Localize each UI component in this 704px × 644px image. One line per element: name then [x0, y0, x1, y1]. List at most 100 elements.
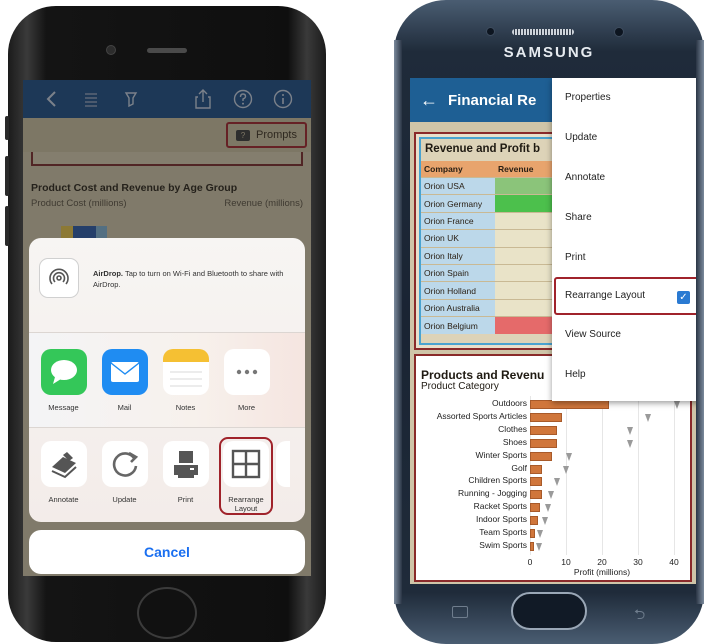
back-key-icon[interactable]: ⮌: [634, 604, 645, 628]
volume-up-button: [5, 156, 9, 196]
revenue-marker[interactable]: [535, 542, 542, 551]
x-tick-label: 30: [633, 556, 643, 567]
revenue-marker[interactable]: [562, 465, 569, 474]
left-edge: [394, 40, 402, 604]
category-label: Golf: [511, 462, 527, 473]
revenue-marker[interactable]: [674, 401, 681, 409]
profit-bar[interactable]: [530, 490, 542, 500]
category-label: Indoor Sports: [475, 514, 527, 525]
menu-item-update[interactable]: Update: [552, 118, 696, 158]
profit-bar[interactable]: [530, 541, 534, 551]
revenue-marker[interactable]: [627, 439, 634, 448]
share-app-more[interactable]: More: [216, 349, 277, 427]
notes-icon: [162, 349, 209, 395]
revenue-marker[interactable]: [544, 504, 551, 513]
menu-item-share[interactable]: Share: [552, 197, 696, 237]
profit-bar[interactable]: [530, 477, 542, 487]
share-app-notes[interactable]: Notes: [155, 349, 216, 427]
action-partial[interactable]: [276, 441, 290, 522]
airdrop-description: AirDrop. Tap to turn on Wi-Fi and Blueto…: [93, 269, 284, 289]
recent-apps-key[interactable]: [452, 606, 468, 618]
airdrop-icon: [39, 258, 79, 298]
category-label: Racket Sports: [473, 501, 527, 512]
gridline: [602, 396, 603, 555]
airdrop-section[interactable]: AirDrop. Tap to turn on Wi-Fi and Blueto…: [29, 238, 305, 333]
menu-item-help[interactable]: Help: [552, 355, 696, 395]
category-label: Winter Sports: [475, 449, 528, 460]
front-camera: [614, 27, 624, 37]
message-icon: [40, 349, 87, 395]
revenue-marker[interactable]: [541, 517, 548, 526]
cell-company: Orion Italy: [421, 246, 495, 265]
revenue-marker[interactable]: [553, 478, 560, 487]
partial-action-icon: [276, 441, 290, 487]
action-print[interactable]: Print: [155, 441, 216, 522]
menu-item-label: Rearrange Layout: [565, 290, 646, 302]
revenue-marker[interactable]: [537, 530, 544, 538]
column-header-company: Company: [421, 161, 495, 178]
revenue-marker[interactable]: [548, 491, 555, 500]
home-button[interactable]: [137, 587, 197, 639]
samsung-screen: ← Financial Re Revenue and Profit b Comp…: [410, 78, 696, 584]
proximity-sensor: [486, 27, 495, 36]
cell-company: Orion Australia: [421, 298, 495, 317]
revenue-marker[interactable]: [627, 426, 634, 435]
earpiece-speaker: [147, 48, 187, 53]
iphone-device: ? Prompts Product Cost and Revenue by Ag…: [5, 6, 326, 642]
menu-item-view-source[interactable]: View Source: [552, 315, 696, 355]
category-label: Shoes: [502, 436, 527, 447]
profit-bar[interactable]: [530, 438, 557, 448]
revenue-marker[interactable]: [566, 452, 573, 461]
x-tick-label: 0: [527, 556, 533, 567]
front-camera: [106, 45, 116, 55]
share-app-message[interactable]: Message: [33, 349, 94, 427]
volume-down-button: [5, 206, 9, 246]
action-rearrange-layout[interactable]: Rearrange Layout: [219, 437, 273, 515]
profit-bar[interactable]: [530, 425, 557, 435]
category-label: Swim Sports: [479, 539, 527, 550]
cell-company: Orion France: [421, 211, 495, 230]
share-app-mail[interactable]: Mail: [94, 349, 155, 427]
annotate-icon: [40, 441, 87, 487]
checkbox-checked-icon[interactable]: ✓: [677, 290, 690, 304]
x-axis-label: Profit (millions): [573, 566, 631, 577]
cancel-button[interactable]: Cancel: [29, 530, 305, 574]
share-apps-row: Message Mail Notes More: [29, 333, 305, 428]
profit-bar[interactable]: [530, 503, 540, 513]
cell-company: Orion UK: [421, 229, 495, 248]
share-actions-row: Annotate Update Print Rearrange Layout: [29, 428, 305, 522]
profit-bar[interactable]: [530, 400, 610, 409]
revenue-marker[interactable]: [645, 413, 652, 422]
cell-company: Orion Germany: [421, 194, 495, 213]
update-icon: [101, 441, 148, 487]
mute-switch: [5, 116, 9, 140]
action-update[interactable]: Update: [94, 441, 155, 522]
profit-bar[interactable]: [530, 412, 563, 422]
home-button[interactable]: [511, 592, 587, 630]
menu-item-properties[interactable]: Properties: [552, 78, 696, 118]
profit-bar[interactable]: [530, 516, 538, 526]
cell-company: Orion USA: [421, 176, 495, 195]
more-icon: [223, 349, 270, 395]
profit-bar[interactable]: [530, 451, 552, 461]
category-label: Clothes: [498, 423, 527, 434]
gridline: [638, 396, 639, 555]
menu-item-annotate[interactable]: Annotate: [552, 158, 696, 198]
profit-bar[interactable]: [530, 464, 542, 474]
gridline: [674, 396, 675, 555]
x-tick-label: 40: [669, 556, 679, 567]
right-edge: [696, 40, 704, 604]
category-label: Outdoors: [492, 398, 527, 408]
category-label: Team Sports: [479, 527, 527, 537]
iphone-screen: ? Prompts Product Cost and Revenue by Ag…: [23, 80, 311, 576]
menu-item-print[interactable]: Print: [552, 237, 696, 277]
category-label: Children Sports: [468, 475, 527, 486]
menu-item-rearrange-layout[interactable]: Rearrange Layout ✓: [554, 276, 696, 315]
brand-logo: SAMSUNG: [503, 44, 595, 61]
action-annotate[interactable]: Annotate: [33, 441, 94, 522]
x-tick-label: 10: [561, 556, 571, 567]
cell-company: Orion Belgium: [421, 316, 495, 335]
arrow-left-icon[interactable]: ←: [420, 90, 438, 111]
profit-bar[interactable]: [530, 529, 536, 538]
category-label: Running - Jogging: [458, 488, 527, 499]
